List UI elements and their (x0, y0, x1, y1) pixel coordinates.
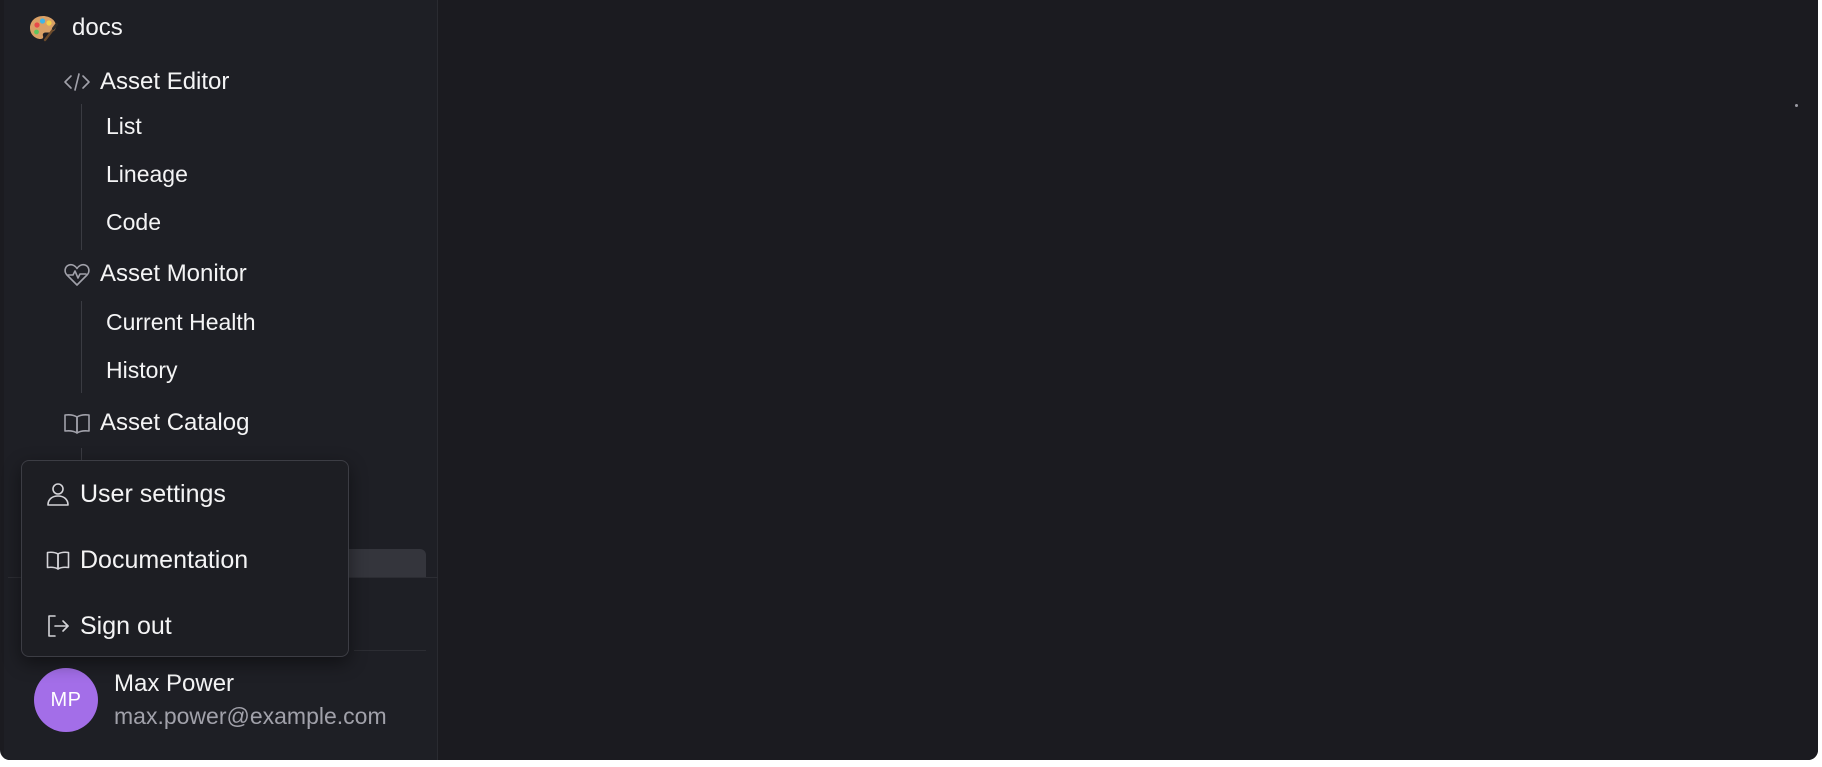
user-email: max.power@example.com (114, 703, 387, 729)
nav-section-asset-monitor[interactable]: Asset Monitor (62, 258, 247, 290)
sign-out-icon (44, 612, 72, 640)
nav-tree-line (81, 301, 82, 393)
user-menu: User settings Documentation Sign out (21, 460, 349, 657)
book-open-icon (44, 546, 72, 574)
nav-item-lineage[interactable]: Lineage (106, 158, 188, 190)
app-window: docs Asset Editor List Lineage Code Asse… (0, 0, 1818, 760)
user-info: Max Power max.power@example.com (114, 668, 387, 732)
menu-item-label: Documentation (80, 545, 249, 574)
main-content (439, 0, 1818, 760)
code-icon (62, 67, 92, 97)
avatar[interactable]: MP (34, 668, 98, 732)
nav-section-asset-catalog[interactable]: Asset Catalog (62, 407, 249, 439)
nav-section-label: Asset Editor (100, 68, 230, 95)
menu-item-user-settings[interactable]: User settings (44, 474, 226, 514)
nav-section-label: Asset Monitor (100, 260, 247, 287)
menu-item-sign-out[interactable]: Sign out (44, 606, 172, 646)
project-name: docs (72, 14, 123, 41)
project-header[interactable]: docs (28, 12, 123, 44)
book-open-icon (62, 408, 92, 438)
nav-item-code[interactable]: Code (106, 206, 161, 238)
user-profile[interactable]: MP Max Power max.power@example.com (34, 668, 387, 732)
dot-marker (1795, 104, 1798, 107)
nav-section-label: Asset Catalog (100, 409, 250, 436)
heart-pulse-icon (62, 259, 92, 289)
user-name: Max Power (114, 670, 235, 697)
nav-tree-line (81, 104, 82, 250)
menu-item-label: Sign out (80, 611, 172, 640)
user-icon (44, 480, 72, 508)
menu-item-label: User settings (80, 479, 226, 508)
nav-item-list[interactable]: List (106, 110, 142, 142)
nav-item-current-health[interactable]: Current Health (106, 306, 256, 338)
nav-section-asset-editor[interactable]: Asset Editor (62, 66, 229, 98)
divider (354, 650, 426, 651)
nav-item-history[interactable]: History (106, 354, 178, 386)
palette-icon (30, 16, 58, 42)
menu-item-documentation[interactable]: Documentation (44, 540, 248, 580)
